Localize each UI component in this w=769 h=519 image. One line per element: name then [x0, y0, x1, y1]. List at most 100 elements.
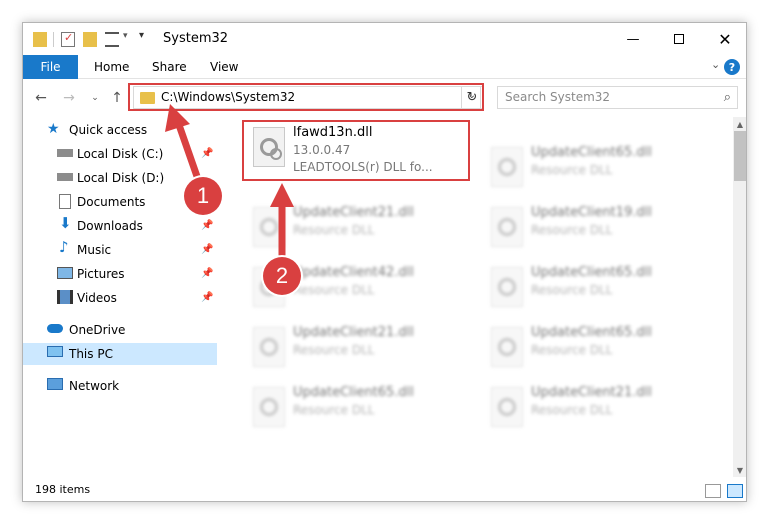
item-count: 198 items [35, 483, 91, 496]
dll-file-icon [253, 327, 285, 367]
address-bar-highlight [128, 83, 484, 111]
file-item[interactable]: UpdateClient19.dll Resource DLL [481, 201, 711, 255]
file-item[interactable]: UpdateClient65.dll Resource DLL [481, 141, 711, 195]
file-type: Resource DLL [531, 163, 613, 177]
search-input[interactable]: Search System32 ⌕ [497, 86, 738, 109]
vertical-scrollbar[interactable]: ▲ ▼ [733, 117, 746, 477]
sidebar-item-music[interactable]: ♪ Music 📌 [23, 239, 217, 261]
tab-file[interactable]: File [23, 55, 78, 79]
pin-icon: 📌 [201, 292, 214, 303]
sidebar-item-local-disk-c[interactable]: Local Disk (C:) 📌 [23, 143, 217, 165]
drive-icon [57, 149, 73, 157]
sidebar-item-videos[interactable]: Videos 📌 [23, 287, 217, 309]
sidebar-item-quick-access[interactable]: ★ Quick access [23, 119, 217, 141]
title-bar: ✓ ▾ ▾ System32 — ✕ [23, 23, 746, 55]
sidebar-item-label: Downloads [77, 219, 143, 233]
tab-home[interactable]: Home [94, 55, 129, 79]
file-item[interactable]: UpdateClient21.dll Resource DLL [243, 201, 473, 255]
file-highlight [242, 120, 470, 181]
videos-icon [57, 290, 73, 304]
minimize-button[interactable]: — [610, 23, 656, 55]
callout-badge-two: 2 [263, 257, 301, 295]
download-icon: ⬇ [59, 214, 72, 232]
forward-button[interactable]: → [59, 87, 79, 109]
ribbon-tabs: File Home Share View ⌄ ? [23, 55, 746, 79]
file-name: UpdateClient21.dll [531, 385, 652, 400]
sidebar-item-label: Quick access [69, 123, 148, 137]
navigation-pane: ★ Quick access Local Disk (C:) 📌 Local D… [23, 117, 217, 477]
file-name: UpdateClient65.dll [531, 325, 652, 340]
up-button[interactable]: ↑ [107, 87, 127, 109]
help-icon[interactable]: ? [724, 59, 740, 75]
file-item[interactable]: UpdateClient21.dll Resource DLL [481, 381, 711, 435]
document-icon [59, 194, 71, 209]
dll-file-icon [253, 207, 285, 247]
details-view-icon[interactable] [705, 484, 721, 498]
file-name: UpdateClient19.dll [531, 205, 652, 220]
file-type: Resource DLL [293, 343, 375, 357]
gear-icon [498, 278, 516, 296]
tab-view[interactable]: View [210, 55, 238, 79]
gear-icon [498, 338, 516, 356]
back-button[interactable]: ← [31, 87, 51, 109]
file-type: Resource DLL [293, 283, 375, 297]
file-type: Resource DLL [531, 223, 613, 237]
scroll-down-icon[interactable]: ▼ [733, 463, 746, 477]
network-icon [47, 378, 63, 390]
sidebar-item-label: Documents [77, 195, 146, 209]
gear-icon [498, 398, 516, 416]
gear-icon [260, 218, 278, 236]
computer-icon [47, 346, 63, 357]
sidebar-item-onedrive[interactable]: OneDrive [23, 319, 217, 341]
sidebar-item-label: This PC [69, 347, 113, 361]
dll-file-icon [491, 327, 523, 367]
scroll-thumb[interactable] [734, 131, 746, 181]
chevron-down-icon[interactable]: ▾ [123, 31, 128, 41]
sidebar-item-label: OneDrive [69, 323, 126, 337]
pin-icon: 📌 [201, 268, 214, 279]
file-item[interactable]: UpdateClient65.dll Resource DLL [481, 321, 711, 375]
sidebar-item-network[interactable]: Network [23, 375, 217, 397]
cloud-icon [47, 324, 63, 333]
large-icons-view-icon[interactable] [727, 484, 743, 498]
file-name: UpdateClient65.dll [531, 265, 652, 280]
drive-icon [57, 173, 73, 181]
dll-file-icon [491, 387, 523, 427]
file-name: UpdateClient21.dll [293, 325, 414, 340]
sidebar-item-label: Network [69, 379, 120, 393]
properties-icon[interactable]: ✓ [61, 31, 75, 47]
file-item[interactable]: UpdateClient65.dll Resource DLL [243, 381, 473, 435]
recent-locations-button[interactable]: ⌄ [85, 87, 105, 109]
sidebar-item-label: Music [77, 243, 112, 257]
explorer-window: ✓ ▾ ▾ System32 — ✕ File Home Share View … [22, 22, 747, 502]
sidebar-item-label: Pictures [77, 267, 125, 281]
file-name: UpdateClient42.dll [293, 265, 414, 280]
dll-file-icon [491, 147, 523, 187]
music-icon: ♪ [59, 238, 69, 256]
customize-icon[interactable] [105, 32, 119, 47]
scroll-up-icon[interactable]: ▲ [733, 117, 746, 131]
separator [53, 32, 54, 47]
sidebar-item-downloads[interactable]: ⬇ Downloads 📌 [23, 215, 217, 237]
maximize-button[interactable] [656, 23, 702, 55]
file-name: UpdateClient65.dll [293, 385, 414, 400]
file-item[interactable]: UpdateClient21.dll Resource DLL [243, 321, 473, 375]
file-type: Resource DLL [293, 223, 375, 237]
sidebar-item-label: Local Disk (D:) [77, 171, 165, 185]
star-icon: ★ [47, 121, 60, 137]
dll-file-icon [491, 267, 523, 307]
sidebar-item-this-pc[interactable]: This PC [23, 343, 217, 365]
status-bar: 198 items [23, 479, 746, 501]
file-type: Resource DLL [531, 283, 613, 297]
pictures-icon [57, 267, 73, 279]
dll-file-icon [491, 207, 523, 247]
expand-ribbon-icon[interactable]: ⌄ [711, 58, 720, 71]
sidebar-item-pictures[interactable]: Pictures 📌 [23, 263, 217, 285]
close-button[interactable]: ✕ [702, 23, 746, 55]
qat-dropdown-icon[interactable]: ▾ [139, 30, 144, 41]
file-name: UpdateClient21.dll [293, 205, 414, 220]
gear-icon [498, 218, 516, 236]
tab-share[interactable]: Share [152, 55, 187, 79]
new-folder-icon[interactable] [83, 32, 97, 47]
file-item[interactable]: UpdateClient65.dll Resource DLL [481, 261, 711, 315]
